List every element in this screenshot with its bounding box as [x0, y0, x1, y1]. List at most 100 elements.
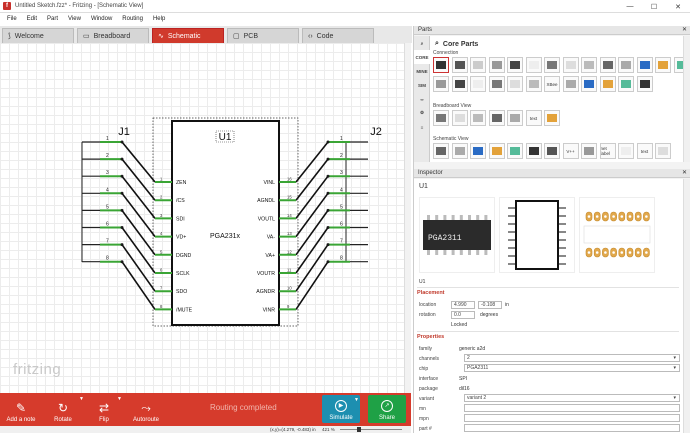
- part-tile[interactable]: [599, 76, 616, 92]
- part-tile[interactable]: [525, 76, 542, 92]
- menu-edit[interactable]: Edit: [22, 16, 42, 22]
- part-tile[interactable]: [470, 57, 486, 73]
- property-input[interactable]: [464, 414, 680, 422]
- part-tile[interactable]: [488, 76, 505, 92]
- bin-core[interactable]: CORE: [414, 50, 430, 64]
- tab-code[interactable]: ‹› Code: [302, 28, 374, 43]
- part-tile[interactable]: [507, 57, 523, 73]
- inspector-scrollbar[interactable]: [683, 179, 690, 433]
- part-tile[interactable]: [433, 76, 449, 92]
- bin-contrib[interactable]: ∞: [414, 92, 430, 106]
- share-icon: ↗: [381, 400, 393, 412]
- close-inspector-icon[interactable]: ✕: [682, 169, 687, 178]
- part-tile[interactable]: [433, 110, 449, 126]
- part-tile[interactable]: [581, 57, 597, 73]
- part-tile[interactable]: [655, 57, 671, 73]
- part-tile[interactable]: [581, 76, 597, 92]
- part-tile[interactable]: [525, 57, 542, 73]
- part-tile[interactable]: [618, 76, 634, 92]
- close-panel-icon[interactable]: ✕: [682, 26, 687, 35]
- zoom-slider-track[interactable]: [340, 429, 402, 430]
- property-select[interactable]: PGA2311 ▾: [464, 364, 680, 372]
- part-tile[interactable]: [451, 76, 468, 92]
- part-tile[interactable]: [451, 57, 468, 73]
- part-tile[interactable]: [488, 143, 505, 159]
- simulate-dropdown-icon[interactable]: ▼: [354, 397, 359, 403]
- part-tile[interactable]: [562, 57, 579, 73]
- rotation-input[interactable]: 0.0: [451, 310, 475, 319]
- part-tile[interactable]: [618, 57, 634, 73]
- bin-sim[interactable]: SIM: [414, 78, 430, 92]
- menu-routing[interactable]: Routing: [117, 16, 148, 22]
- part-thumbnail: [621, 80, 631, 88]
- menu-view[interactable]: View: [63, 16, 86, 22]
- location-x-input[interactable]: 4.990: [451, 300, 475, 309]
- part-tile[interactable]: [655, 143, 671, 159]
- bin-search[interactable]: ⌕: [414, 36, 430, 50]
- part-tile[interactable]: [470, 143, 486, 159]
- part-tile[interactable]: [433, 143, 449, 159]
- schematic-canvas[interactable]: U1 PGA231x J1 J2 1 1 ZEN 1 16 VINL 2 2/CS 2 15 AGNDL 3 3…: [0, 43, 411, 393]
- rotate-dropdown-icon[interactable]: ▼: [79, 396, 84, 402]
- tab-breadboard[interactable]: ▭ Breadboard: [77, 28, 149, 43]
- schematic-drawing[interactable]: U1PGA231xJ1 J211ZEN116VINL22/CS215AGNDL33…: [0, 43, 404, 393]
- part-tile[interactable]: [544, 143, 560, 159]
- tab-pcb[interactable]: ▢ PCB: [227, 28, 299, 43]
- property-input[interactable]: [464, 424, 680, 432]
- menu-file[interactable]: File: [2, 16, 22, 22]
- bin-arduino[interactable]: ⚙: [414, 106, 430, 120]
- part-tile[interactable]: [618, 143, 634, 159]
- maximize-button[interactable]: ☐: [642, 0, 666, 13]
- tab-schematic[interactable]: ∿ Schematic: [152, 28, 224, 43]
- part-tile[interactable]: [544, 57, 560, 73]
- part-tile[interactable]: [470, 110, 486, 126]
- view-tabs: ⟆ Welcome ▭ Breadboard ∿ Schematic ▢ PCB ‹› C…: [0, 26, 412, 43]
- part-tile[interactable]: [525, 143, 542, 159]
- tab-welcome[interactable]: ⟆ Welcome: [2, 28, 74, 43]
- ic-leg: [476, 215, 480, 220]
- minimize-button[interactable]: —: [618, 0, 642, 13]
- part-tile[interactable]: [581, 143, 597, 159]
- part-tile[interactable]: [433, 57, 449, 73]
- add-note-button[interactable]: ✎ Add a note: [4, 393, 38, 426]
- part-tile[interactable]: [544, 110, 560, 126]
- menu-help[interactable]: Help: [148, 16, 170, 22]
- bin-seeed[interactable]: ≡: [414, 120, 430, 134]
- flip-button[interactable]: ⇄ Flip: [94, 393, 114, 426]
- part-tile[interactable]: [636, 76, 653, 92]
- part-tile[interactable]: net label: [599, 143, 616, 159]
- part-tile[interactable]: [507, 143, 523, 159]
- part-tile[interactable]: [451, 110, 468, 126]
- part-tile[interactable]: [562, 76, 579, 92]
- location-y-input[interactable]: -0.108: [478, 300, 502, 309]
- share-button[interactable]: ↗ Share: [368, 395, 406, 423]
- property-select[interactable]: 2 ▾: [464, 354, 680, 362]
- part-tile[interactable]: [488, 110, 505, 126]
- location-unit[interactable]: in: [505, 302, 509, 308]
- part-tile[interactable]: [451, 143, 468, 159]
- part-tile[interactable]: [599, 57, 616, 73]
- part-tile[interactable]: V++: [562, 143, 579, 159]
- part-tile[interactable]: [507, 76, 523, 92]
- autoroute-button[interactable]: ⤳ Autoroute: [130, 393, 162, 426]
- part-tile[interactable]: XBee: [544, 76, 560, 92]
- part-tile[interactable]: text: [525, 110, 542, 126]
- menu-part[interactable]: Part: [42, 16, 63, 22]
- flip-dropdown-icon[interactable]: ▼: [117, 396, 122, 402]
- part-tile[interactable]: [636, 57, 653, 73]
- property-select[interactable]: variant 2 ▾: [464, 394, 680, 402]
- rotation-label: rotation: [419, 311, 436, 318]
- part-tile[interactable]: text: [636, 143, 653, 159]
- parts-scrollbar[interactable]: [683, 36, 690, 162]
- menu-window[interactable]: Window: [86, 16, 117, 22]
- property-input[interactable]: [464, 404, 680, 412]
- bin-mine[interactable]: MINE: [414, 64, 430, 78]
- part-tile[interactable]: [470, 76, 486, 92]
- locked-checkbox-label[interactable]: Locked: [451, 322, 467, 328]
- zoom-slider-handle[interactable]: [357, 427, 361, 432]
- canvas-scrollbar[interactable]: [404, 43, 411, 393]
- part-tile[interactable]: [507, 110, 523, 126]
- part-tile[interactable]: [488, 57, 505, 73]
- close-button[interactable]: ✕: [666, 0, 690, 13]
- rotate-button[interactable]: ↻ Rotate: [50, 393, 76, 426]
